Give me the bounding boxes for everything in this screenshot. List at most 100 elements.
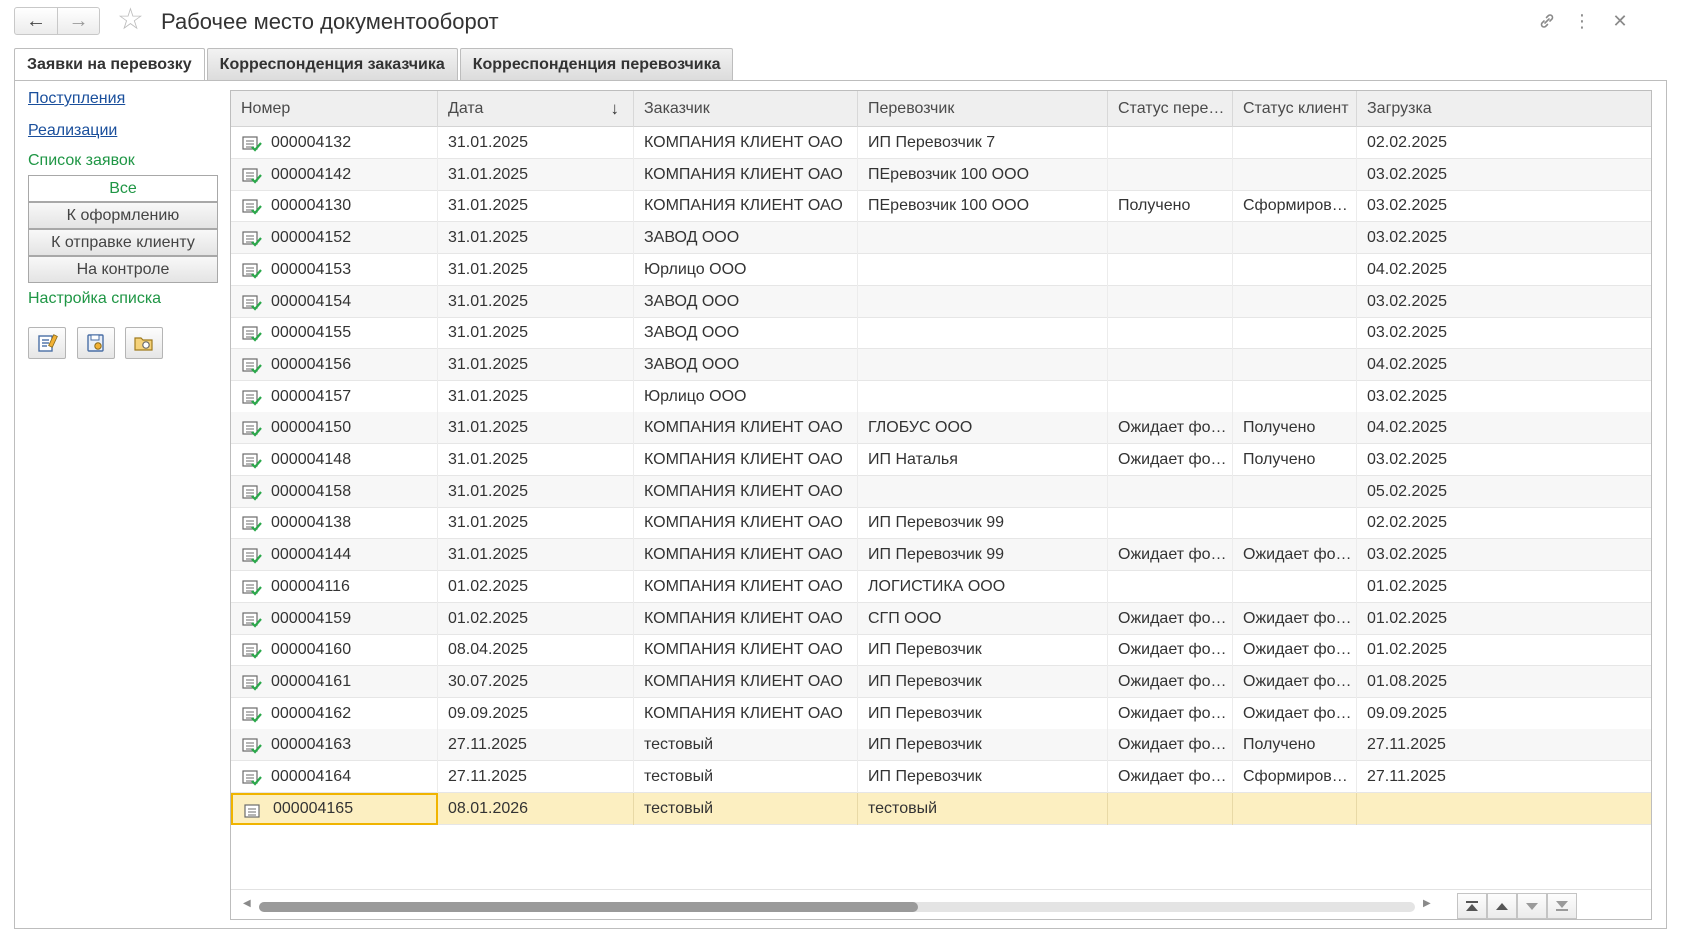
column-header-carrier-status[interactable]: Статус пере… <box>1108 91 1233 127</box>
cell-loading[interactable]: 03.02.2025 <box>1357 286 1651 318</box>
table-row[interactable]: 000004161 30.07.2025 КОМПАНИЯ КЛИЕНТ ОАО ИП… <box>231 666 1651 698</box>
table-row[interactable]: 000004158 31.01.2025 КОМПАНИЯ КЛИЕНТ ОАО 05… <box>231 476 1651 508</box>
cell-date[interactable]: 27.11.2025 <box>438 729 634 761</box>
cell-number[interactable]: 000004150 <box>231 412 438 444</box>
settings-save-button[interactable] <box>77 327 115 359</box>
cell-date[interactable]: 30.07.2025 <box>438 666 634 698</box>
cell-carrier-status[interactable] <box>1108 349 1233 381</box>
cell-client-status[interactable]: Ожидает фо… <box>1233 666 1357 698</box>
cell-carrier-status[interactable]: Ожидает фо… <box>1108 603 1233 635</box>
cell-date[interactable]: 31.01.2025 <box>438 444 634 476</box>
table-row[interactable]: 000004152 31.01.2025 ЗАВОД ООО 03.02.2025 <box>231 222 1651 254</box>
cell-carrier-status[interactable] <box>1108 381 1233 413</box>
link-sales[interactable]: Реализации <box>28 122 117 140</box>
cell-loading[interactable]: 27.11.2025 <box>1357 761 1651 793</box>
cell-carrier[interactable]: ИП Перевозчик <box>858 698 1108 730</box>
cell-client-status[interactable]: Получено <box>1233 444 1357 476</box>
cell-date[interactable]: 31.01.2025 <box>438 349 634 381</box>
cell-number[interactable]: 000004157 <box>231 381 438 413</box>
cell-carrier[interactable]: ИП Перевозчик <box>858 666 1108 698</box>
table-row[interactable]: 000004165 08.01.2026 тестовый тестовый <box>231 793 1651 825</box>
table-row[interactable]: 000004159 01.02.2025 КОМПАНИЯ КЛИЕНТ ОАО СГ… <box>231 603 1651 635</box>
table-row[interactable]: 000004154 31.01.2025 ЗАВОД ООО 03.02.2025 <box>231 286 1651 318</box>
requests-table[interactable]: Номер Дата ↓ Заказчик Перевозчик Статус … <box>230 90 1652 920</box>
cell-customer[interactable]: КОМПАНИЯ КЛИЕНТ ОАО <box>634 159 858 191</box>
tab-customer-correspondence[interactable]: Корреспонденция заказчика <box>206 48 458 80</box>
cell-client-status[interactable] <box>1233 571 1357 603</box>
cell-carrier[interactable]: ИП Наталья <box>858 444 1108 476</box>
cell-date[interactable]: 31.01.2025 <box>438 381 634 413</box>
table-row[interactable]: 000004130 31.01.2025 КОМПАНИЯ КЛИЕНТ ОАО ПЕ… <box>231 190 1651 222</box>
cell-number[interactable]: 000004163 <box>231 729 438 761</box>
link-receipts[interactable]: Поступления <box>28 90 125 108</box>
cell-customer[interactable]: тестовый <box>634 761 858 793</box>
cell-carrier[interactable]: ИП Перевозчик 7 <box>858 127 1108 159</box>
cell-customer[interactable]: тестовый <box>634 729 858 761</box>
cell-number[interactable]: 000004158 <box>231 476 438 508</box>
tab-carrier-correspondence[interactable]: Корреспонденция перевозчика <box>459 48 734 80</box>
cell-carrier-status[interactable] <box>1108 159 1233 191</box>
cell-number[interactable]: 000004144 <box>231 539 438 571</box>
cell-client-status[interactable] <box>1233 159 1357 191</box>
cell-carrier-status[interactable] <box>1108 286 1233 318</box>
cell-number[interactable]: 000004160 <box>231 634 438 666</box>
cell-date[interactable]: 31.01.2025 <box>438 507 634 539</box>
cell-carrier[interactable]: ИП Перевозчик 99 <box>858 507 1108 539</box>
cell-loading[interactable]: 03.02.2025 <box>1357 317 1651 349</box>
cell-loading[interactable]: 01.02.2025 <box>1357 603 1651 635</box>
cell-date[interactable]: 08.04.2025 <box>438 634 634 666</box>
cell-carrier-status[interactable]: Ожидает фо… <box>1108 539 1233 571</box>
cell-customer[interactable]: Юрлицо ООО <box>634 254 858 286</box>
cell-carrier-status[interactable] <box>1108 317 1233 349</box>
cell-number[interactable]: 000004165 <box>231 793 438 825</box>
cell-carrier[interactable] <box>858 286 1108 318</box>
cell-loading[interactable]: 02.02.2025 <box>1357 507 1651 539</box>
column-header-date[interactable]: Дата ↓ <box>438 91 634 127</box>
cell-date[interactable]: 31.01.2025 <box>438 286 634 318</box>
link-icon[interactable] <box>1536 10 1558 32</box>
cell-number[interactable]: 000004155 <box>231 317 438 349</box>
cell-number[interactable]: 000004156 <box>231 349 438 381</box>
cell-loading[interactable]: 03.02.2025 <box>1357 444 1651 476</box>
cell-date[interactable]: 31.01.2025 <box>438 412 634 444</box>
scroll-thumb[interactable] <box>259 902 918 912</box>
cell-client-status[interactable] <box>1233 507 1357 539</box>
list-settings-button[interactable] <box>28 327 66 359</box>
column-header-customer[interactable]: Заказчик <box>634 91 858 127</box>
table-row[interactable]: 000004162 09.09.2025 КОМПАНИЯ КЛИЕНТ ОАО ИП… <box>231 698 1651 730</box>
close-icon[interactable]: ✕ <box>1609 10 1631 32</box>
cell-number[interactable]: 000004130 <box>231 190 438 222</box>
scroll-last-button[interactable] <box>1547 893 1577 919</box>
cell-client-status[interactable] <box>1233 381 1357 413</box>
table-row[interactable]: 000004150 31.01.2025 КОМПАНИЯ КЛИЕНТ ОАО ГЛ… <box>231 412 1651 444</box>
cell-number[interactable]: 000004138 <box>231 507 438 539</box>
cell-client-status[interactable]: Ожидает фо… <box>1233 634 1357 666</box>
cell-loading[interactable]: 04.02.2025 <box>1357 412 1651 444</box>
cell-carrier[interactable]: ИП Перевозчик <box>858 761 1108 793</box>
table-row[interactable]: 000004156 31.01.2025 ЗАВОД ООО 04.02.2025 <box>231 349 1651 381</box>
cell-carrier[interactable] <box>858 317 1108 349</box>
cell-number[interactable]: 000004152 <box>231 222 438 254</box>
column-header-number[interactable]: Номер <box>231 91 438 127</box>
cell-date[interactable]: 31.01.2025 <box>438 539 634 571</box>
cell-carrier-status[interactable]: Ожидает фо… <box>1108 729 1233 761</box>
cell-client-status[interactable] <box>1233 349 1357 381</box>
cell-number[interactable]: 000004148 <box>231 444 438 476</box>
cell-date[interactable]: 01.02.2025 <box>438 571 634 603</box>
cell-customer[interactable]: тестовый <box>634 793 858 825</box>
cell-loading[interactable]: 01.08.2025 <box>1357 666 1651 698</box>
cell-carrier[interactable] <box>858 349 1108 381</box>
column-header-carrier[interactable]: Перевозчик <box>858 91 1108 127</box>
table-row[interactable]: 000004157 31.01.2025 Юрлицо ООО 03.02.2025 <box>231 381 1651 413</box>
cell-carrier-status[interactable] <box>1108 507 1233 539</box>
cell-client-status[interactable]: Ожидает фо… <box>1233 603 1357 635</box>
cell-carrier-status[interactable] <box>1108 476 1233 508</box>
table-row[interactable]: 000004144 31.01.2025 КОМПАНИЯ КЛИЕНТ ОАО ИП… <box>231 539 1651 571</box>
cell-loading[interactable]: 03.02.2025 <box>1357 159 1651 191</box>
scroll-up-button[interactable] <box>1487 893 1517 919</box>
cell-number[interactable]: 000004164 <box>231 761 438 793</box>
cell-carrier[interactable]: ЛОГИСТИКА ООО <box>858 571 1108 603</box>
cell-carrier-status[interactable]: Получено <box>1108 190 1233 222</box>
cell-loading[interactable]: 02.02.2025 <box>1357 127 1651 159</box>
filter-all-button[interactable]: Все <box>28 175 218 202</box>
